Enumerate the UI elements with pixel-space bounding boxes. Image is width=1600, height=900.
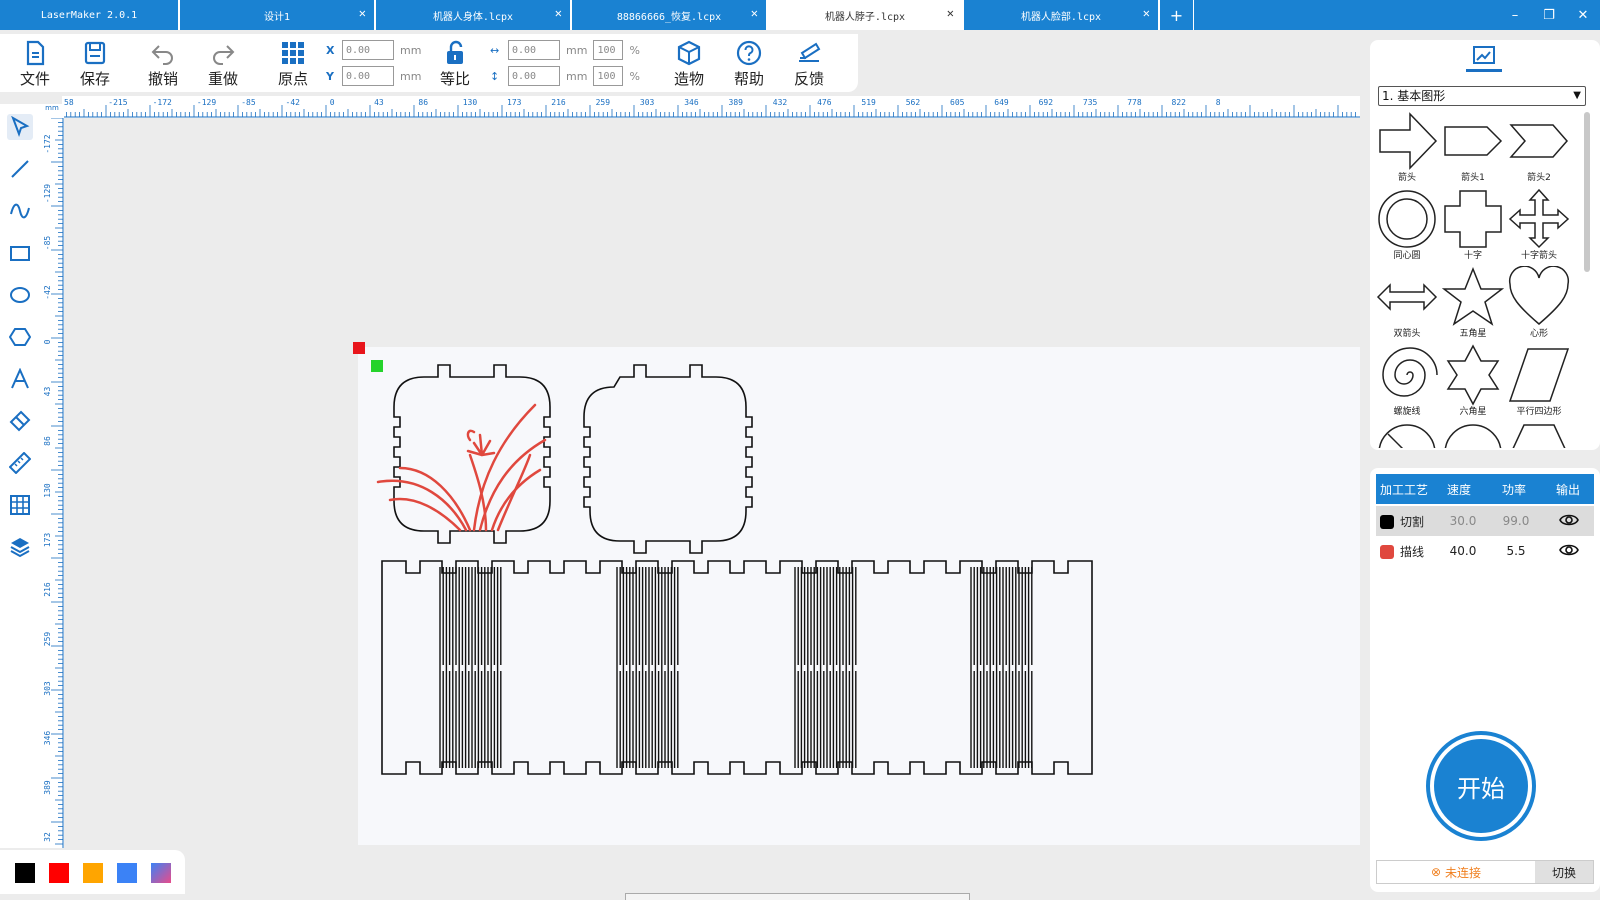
shape-label: 五角星 [1459,329,1487,339]
shape-star[interactable]: 五角星 [1442,266,1504,342]
color-palette [0,850,185,894]
living-hinge-strip[interactable] [381,560,1093,775]
connection-status[interactable]: ⊗ 未连接 [1377,861,1535,883]
image-chart-icon [1473,46,1495,64]
process-row-trace[interactable]: 描线 40.0 5.5 [1376,536,1594,566]
six-point-star-icon [1446,344,1500,406]
speed-value[interactable]: 30.0 [1438,514,1488,528]
hexagon-shape-icon [1512,424,1566,448]
shape-label: 螺旋线 [1393,407,1421,417]
circle-slash-icon [1378,424,1436,448]
header-speed: 速度 [1446,482,1471,497]
eye-icon[interactable] [1544,543,1594,560]
shape-concentric-circle[interactable]: 同心圆 [1376,188,1438,264]
window-controls: – ❐ ✕ [1498,0,1600,30]
shape-arrow[interactable]: 箭头 [1376,110,1438,186]
shape-label: 双箭头 [1393,329,1421,339]
parallelogram-icon [1508,348,1570,402]
chevron-down-icon: ▼ [1573,90,1581,101]
shape-label: 箭头2 [1527,173,1551,183]
design-canvas[interactable] [0,0,1370,860]
heart-icon [1508,266,1570,325]
process-name-cell: 切割 [1376,513,1438,530]
shape-list-scrollbar[interactable] [1584,112,1590,272]
spiral-icon [1382,347,1438,397]
start-label: 开始 [1434,739,1528,833]
speed-value[interactable]: 40.0 [1438,544,1488,558]
swatch-red[interactable] [49,863,69,883]
shape-double-arrow[interactable]: 双箭头 [1376,266,1438,342]
shape-grid: 箭头 箭头1 箭头2 同心圆 十字 十字箭头 双箭头 五角星 心形 螺旋线 六角… [1376,110,1576,448]
process-name: 描线 [1400,544,1425,559]
layer-color-dot[interactable] [1380,545,1394,559]
start-button[interactable]: 开始 [1426,731,1536,841]
shape-category-value: 1. 基本图形 [1382,89,1446,103]
disconnected-icon: ⊗ [1430,865,1442,879]
window-close-button[interactable]: ✕ [1566,0,1600,30]
shape-label: 箭头1 [1461,173,1485,183]
shape-label: 同心圆 [1393,251,1421,261]
header-output: 输出 [1555,482,1580,497]
connection-label: 未连接 [1445,865,1482,880]
shape-partial-3[interactable] [1508,422,1570,448]
shape-parallelogram[interactable]: 平行四边形 [1508,344,1570,420]
shape-library-tab[interactable] [1466,46,1502,72]
shape-label: 十字 [1463,251,1482,261]
shape-arrow1[interactable]: 箭头1 [1442,110,1504,186]
swatch-gradient[interactable] [151,863,171,883]
shape-partial-1[interactable] [1376,422,1438,448]
process-row-cut[interactable]: 切割 30.0 99.0 [1376,506,1594,536]
horizontal-scroll-tab[interactable] [625,893,970,900]
power-value[interactable]: 99.0 [1488,514,1544,528]
shape-label: 六角星 [1459,407,1487,417]
start-marker-green[interactable] [371,360,383,372]
process-name-cell: 描线 [1376,543,1438,560]
layer-color-dot[interactable] [1380,515,1394,529]
cross-icon [1444,190,1502,248]
cross-arrow-icon [1508,188,1570,249]
process-panel: 加工工艺 速度 功率 输出 切割 30.0 99.0 描线 40.0 5.5 开… [1370,468,1600,892]
power-value[interactable]: 5.5 [1488,544,1544,558]
minimize-button[interactable]: – [1498,0,1532,30]
shape-label: 箭头 [1397,173,1416,183]
semicircle-icon [1444,424,1502,448]
shape-partial-2[interactable] [1442,422,1504,448]
swatch-orange[interactable] [83,863,103,883]
shape-heart[interactable]: 心形 [1508,266,1570,342]
swatch-blue[interactable] [117,863,137,883]
header-process: 加工工艺 [1379,482,1428,497]
shape-spiral[interactable]: 螺旋线 [1376,344,1438,420]
process-table-header: 加工工艺 速度 功率 输出 [1376,474,1594,504]
shape-library-panel: 1. 基本图形 ▼ 箭头 箭头1 箭头2 同心圆 十字 十字箭头 双箭头 五角星… [1370,40,1600,450]
chevron-arrow-icon [1509,124,1568,158]
orchid-drawing[interactable] [376,403,547,532]
concentric-circle-icon [1378,190,1436,248]
shape-cross-arrow[interactable]: 十字箭头 [1508,188,1570,264]
star-icon [1442,266,1504,326]
double-arrow-icon [1376,283,1438,311]
header-power: 功率 [1501,482,1526,497]
shape-label: 平行四边形 [1516,407,1562,417]
shape-category-select[interactable]: 1. 基本图形 ▼ [1378,86,1586,106]
shape-cross[interactable]: 十字 [1442,188,1504,264]
arrow-shape-icon [1379,112,1438,170]
panel-right-outline[interactable] [583,364,753,554]
shape-label: 十字箭头 [1520,251,1557,261]
switch-button[interactable]: 切换 [1535,861,1593,883]
swatch-black[interactable] [15,863,35,883]
eye-icon[interactable] [1544,513,1594,530]
shape-arrow2[interactable]: 箭头2 [1508,110,1570,186]
connection-bar: ⊗ 未连接 切换 [1376,860,1594,884]
shape-label: 心形 [1529,329,1548,339]
start-marker-red[interactable] [353,342,365,354]
process-name: 切割 [1400,514,1425,529]
shape-six-star[interactable]: 六角星 [1442,344,1504,420]
pentagon-arrow-icon [1444,126,1503,156]
restore-button[interactable]: ❐ [1532,0,1566,30]
